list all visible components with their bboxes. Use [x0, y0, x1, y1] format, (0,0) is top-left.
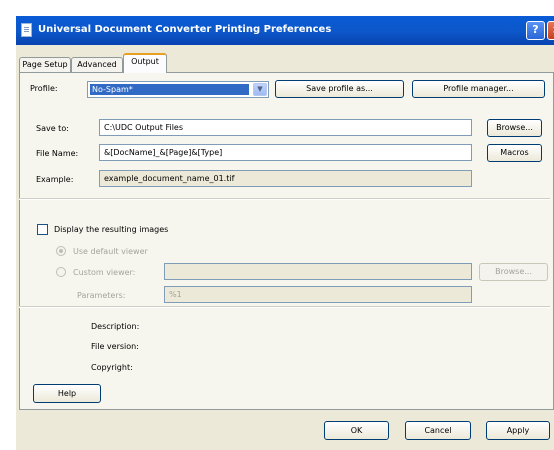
default-viewer-label: Use default viewer [73, 247, 148, 256]
example-label: Example: [36, 175, 74, 184]
profile-selected-value: No-Spam* [90, 84, 249, 95]
custom-viewer-field[interactable] [164, 263, 472, 280]
close-button[interactable]: × [547, 21, 554, 40]
browse-viewer-button[interactable]: Browse... [479, 263, 548, 281]
display-results-checkbox[interactable] [37, 224, 48, 235]
title-help-button[interactable]: ? [526, 21, 545, 40]
ok-button[interactable]: OK [324, 421, 389, 440]
file-version-label: File version: [91, 342, 139, 351]
section-divider [19, 198, 550, 200]
custom-viewer-label: Custom viewer: [73, 268, 136, 277]
document-icon [21, 23, 32, 37]
tab-output[interactable]: Output [123, 53, 167, 73]
apply-button[interactable]: Apply [486, 421, 550, 440]
file-name-field[interactable]: &[DocName]_&[Page]&[Type] [99, 144, 472, 161]
file-name-label: File Name: [36, 149, 79, 158]
display-results-label: Display the resulting images [54, 225, 169, 234]
chevron-down-icon[interactable]: ▼ [253, 83, 267, 96]
macros-button[interactable]: Macros [487, 144, 542, 162]
browse-save-to-button[interactable]: Browse... [487, 119, 542, 137]
parameters-field[interactable]: %1 [164, 286, 472, 303]
tab-page-setup[interactable]: Page Setup [19, 57, 71, 72]
save-to-field[interactable]: C:\UDC Output Files [99, 119, 472, 136]
profile-label: Profile: [30, 84, 58, 93]
save-profile-as-button[interactable]: Save profile as... [275, 80, 404, 98]
tab-advanced[interactable]: Advanced [71, 57, 123, 72]
example-value: example_document_name_01.tif [99, 170, 472, 187]
window-title: Universal Document Converter Printing Pr… [38, 24, 332, 35]
profile-manager-button[interactable]: Profile manager... [412, 80, 545, 98]
default-viewer-radio[interactable] [56, 246, 66, 256]
custom-viewer-radio[interactable] [56, 267, 66, 277]
title-bar[interactable]: Universal Document Converter Printing Pr… [16, 16, 554, 45]
copyright-label: Copyright: [91, 363, 133, 372]
save-to-label: Save to: [36, 124, 69, 133]
description-label: Description: [91, 322, 140, 331]
section-divider [19, 306, 550, 308]
help-button[interactable]: Help [33, 384, 101, 403]
profile-select[interactable]: No-Spam* ▼ [87, 81, 269, 98]
printing-preferences-dialog: Universal Document Converter Printing Pr… [16, 16, 554, 450]
cancel-button[interactable]: Cancel [405, 421, 471, 440]
parameters-label: Parameters: [77, 291, 126, 300]
